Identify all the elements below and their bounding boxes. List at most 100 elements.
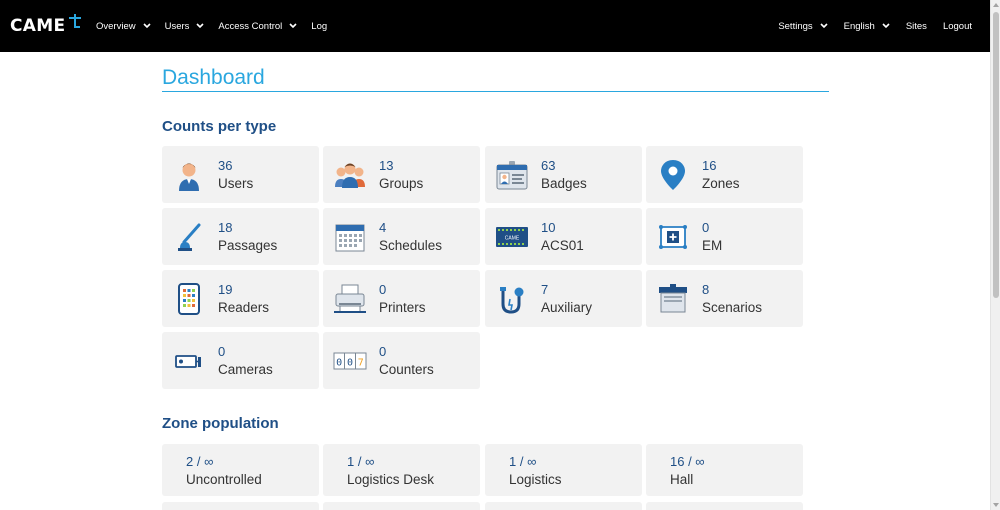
- chevron-down-icon: [289, 23, 297, 29]
- user-menu: Settings English Sites Logout: [762, 0, 972, 52]
- count-label: Badges: [541, 176, 587, 191]
- came-logo[interactable]: CAME: [10, 14, 82, 38]
- zone-card-partial[interactable]: [646, 502, 803, 510]
- em-icon: [659, 225, 687, 249]
- count-label: Printers: [379, 300, 426, 315]
- menu-label: Overview: [96, 20, 136, 32]
- count-label: Counters: [379, 362, 434, 377]
- count-card-counters[interactable]: 0 0 7 0 Counters: [323, 332, 480, 389]
- user-icon: [179, 163, 199, 191]
- menu-sites[interactable]: Sites: [906, 21, 927, 32]
- count-label: Auxiliary: [541, 300, 593, 315]
- zone-card[interactable]: 16 / ∞ Hall: [646, 444, 803, 496]
- count-card-em[interactable]: 0 EM: [646, 208, 803, 265]
- count-card-badges[interactable]: 63 Badges: [485, 146, 642, 203]
- controller-icon: CAME: [496, 227, 528, 247]
- menu-label: English: [843, 20, 875, 32]
- count-value: 36: [218, 158, 233, 173]
- count-label: Passages: [218, 238, 278, 253]
- counter-digit-2: 0: [347, 358, 353, 369]
- chevron-down-icon: [820, 23, 828, 29]
- barrier-icon: [178, 223, 201, 251]
- scroll-up-arrow-icon[interactable]: [993, 3, 999, 7]
- badge-icon: [496, 161, 528, 190]
- groups-icon: [335, 163, 365, 188]
- camera-icon: [175, 355, 201, 368]
- count-value: 0: [379, 344, 387, 359]
- menu-overview[interactable]: Overview: [96, 21, 151, 32]
- count-value: 19: [218, 282, 233, 297]
- count-value: 7: [541, 282, 549, 297]
- zone-name: Logistics: [509, 472, 562, 487]
- counter-digit-1: 0: [336, 358, 342, 369]
- scroll-down-arrow-icon[interactable]: [993, 503, 999, 507]
- count-label: Groups: [379, 176, 424, 191]
- menu-access-control[interactable]: Access Control: [218, 21, 297, 32]
- vertical-scrollbar[interactable]: [990, 0, 1000, 510]
- zone-population-value: 1 / ∞: [347, 454, 375, 469]
- zone-population-value: 2 / ∞: [186, 454, 214, 469]
- title-divider: [162, 91, 829, 92]
- printer-icon: [334, 284, 366, 313]
- chevron-down-icon: [882, 23, 890, 29]
- count-value: 4: [379, 220, 387, 235]
- count-card-printers[interactable]: 0 Printers: [323, 270, 480, 327]
- zone-card[interactable]: 1 / ∞ Logistics Desk: [323, 444, 480, 496]
- section-title-zones: Zone population: [162, 415, 279, 432]
- count-label: Users: [218, 176, 254, 191]
- zone-card[interactable]: 1 / ∞ Logistics: [485, 444, 642, 496]
- logo-cross-icon: [69, 14, 82, 28]
- count-card-passages[interactable]: 18 Passages: [162, 208, 319, 265]
- scenario-icon: [659, 284, 687, 313]
- count-card-schedules[interactable]: 4 Schedules: [323, 208, 480, 265]
- logo-text: CAME: [10, 16, 66, 36]
- count-card-groups[interactable]: 13 Groups: [323, 146, 480, 203]
- top-navbar: CAME Overview Users Access Control Log S…: [0, 0, 990, 52]
- count-value: 63: [541, 158, 556, 173]
- count-label: Scenarios: [702, 300, 763, 315]
- zone-name: Hall: [670, 472, 694, 487]
- count-card-zones[interactable]: 16 Zones: [646, 146, 803, 203]
- menu-log[interactable]: Log: [311, 21, 327, 32]
- count-value: 18: [218, 220, 233, 235]
- count-value: 0: [702, 220, 710, 235]
- zone-card-partial[interactable]: [323, 502, 480, 510]
- count-value: 8: [702, 282, 710, 297]
- count-card-cameras[interactable]: 0 Cameras: [162, 332, 319, 389]
- count-label: Schedules: [379, 238, 443, 253]
- keypad-icon: [178, 283, 200, 315]
- counter-icon: 0 0 7: [333, 352, 367, 370]
- menu-label: Settings: [778, 20, 813, 32]
- zone-card-partial[interactable]: [162, 502, 319, 510]
- chevron-down-icon: [196, 23, 204, 29]
- count-value: 0: [379, 282, 387, 297]
- menu-label: Log: [311, 20, 328, 32]
- zone-card[interactable]: 2 / ∞ Uncontrolled: [162, 444, 319, 496]
- page-title: Dashboard: [162, 66, 265, 89]
- menu-label: Logout: [942, 20, 972, 32]
- menu-label: Sites: [905, 20, 927, 32]
- count-card-acs01[interactable]: CAME 10 ACS01: [485, 208, 642, 265]
- count-value: 0: [218, 344, 226, 359]
- count-card-users[interactable]: 36 Users: [162, 146, 319, 203]
- menu-users[interactable]: Users: [165, 21, 205, 32]
- count-card-auxiliary[interactable]: 7 Auxiliary: [485, 270, 642, 327]
- menu-settings[interactable]: Settings: [778, 20, 828, 32]
- count-value: 16: [702, 158, 717, 173]
- menu-language[interactable]: English: [844, 21, 890, 32]
- zone-population-value: 1 / ∞: [509, 454, 537, 469]
- auxiliary-icon: [500, 287, 524, 314]
- count-label: Cameras: [218, 362, 273, 377]
- zone-name: Uncontrolled: [186, 472, 262, 487]
- zone-card-partial[interactable]: [485, 502, 642, 510]
- count-card-scenarios[interactable]: 8 Scenarios: [646, 270, 803, 327]
- chevron-down-icon: [143, 23, 151, 29]
- menu-logout[interactable]: Logout: [943, 21, 972, 32]
- scrollbar-thumb[interactable]: [993, 12, 999, 298]
- zone-name: Logistics Desk: [347, 472, 435, 487]
- zone-population-value: 16 / ∞: [670, 454, 705, 469]
- count-value: 13: [379, 158, 394, 173]
- count-card-readers[interactable]: 19 Readers: [162, 270, 319, 327]
- menu-label: Access Control: [218, 20, 283, 32]
- count-label: EM: [702, 238, 723, 253]
